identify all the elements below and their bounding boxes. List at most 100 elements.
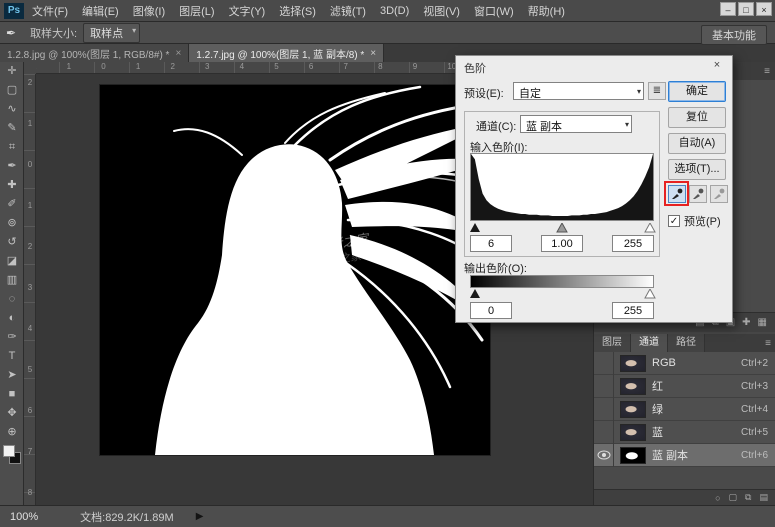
menu-item[interactable]: 选择(S)	[279, 3, 316, 19]
ok-button[interactable]: 确定	[668, 81, 726, 102]
panel-menu-icon[interactable]: ≡	[764, 66, 770, 77]
clone-stamp-tool[interactable]: ⊚	[0, 214, 24, 233]
output-sliders[interactable]	[468, 289, 656, 299]
menu-item[interactable]: 3D(D)	[380, 5, 409, 17]
minimize-button[interactable]: –	[720, 2, 736, 16]
visibility-toggle[interactable]	[594, 398, 614, 421]
channel-select[interactable]: 蓝 副本 ▾	[520, 115, 632, 133]
status-options-arrow-icon[interactable]: ▶	[196, 511, 204, 522]
reset-button[interactable]: 复位	[668, 107, 726, 128]
preview-checkbox[interactable]: ✓	[668, 215, 680, 227]
black-point-eyedropper-button[interactable]	[668, 185, 686, 203]
move-tool[interactable]: ✛	[0, 62, 24, 81]
marquee-tool[interactable]: ▢	[0, 81, 24, 100]
blur-tool[interactable]: ◌	[0, 290, 24, 309]
zoom-tool[interactable]: ⊕	[0, 423, 24, 442]
sample-size-select[interactable]: 取样点 ▾	[83, 23, 140, 43]
visibility-toggle[interactable]	[594, 444, 614, 467]
eyedropper-icon	[692, 188, 704, 200]
channel-row-green[interactable]: 绿 Ctrl+4	[594, 398, 775, 421]
quick-selection-tool[interactable]: ✎	[0, 119, 24, 138]
foreground-color-swatch[interactable]	[3, 445, 15, 457]
channel-row-rgb[interactable]: RGB Ctrl+2	[594, 352, 775, 375]
document-tab-inactive[interactable]: 1.2.8.jpg @ 100%(图层 1, RGB/8#) * ×	[0, 44, 189, 62]
menu-item[interactable]: 帮助(H)	[528, 3, 565, 19]
menu-item[interactable]: 文字(Y)	[229, 3, 266, 19]
ruler-number: 1	[28, 201, 32, 210]
tab-layers[interactable]: 图层	[594, 334, 631, 352]
eraser-tool[interactable]: ◪	[0, 252, 24, 271]
type-tool[interactable]: T	[0, 347, 24, 366]
panel-menu-icon[interactable]: ≡	[765, 338, 771, 349]
white-point-eyedropper-button[interactable]	[710, 185, 728, 203]
output-levels-label: 输出色阶(O):	[464, 260, 527, 276]
visibility-toggle[interactable]	[594, 352, 614, 375]
preset-options-button[interactable]: ≣	[648, 82, 666, 100]
menu-item[interactable]: 图层(L)	[179, 3, 214, 19]
tab-close-icon[interactable]: ×	[370, 48, 376, 59]
tab-channels[interactable]: 通道	[631, 334, 668, 352]
ruler-number: 0	[28, 160, 32, 169]
channels-footer-icon[interactable]: ▤	[759, 492, 768, 503]
visibility-toggle[interactable]	[594, 375, 614, 398]
preview-option: ✓ 预览(P)	[668, 213, 721, 229]
input-gamma-field[interactable]	[541, 235, 583, 252]
channels-footer-icon[interactable]: ○	[715, 493, 720, 503]
maximize-button[interactable]: □	[738, 2, 754, 16]
channel-row-blue[interactable]: 蓝 Ctrl+5	[594, 421, 775, 444]
path-selection-tool[interactable]: ➤	[0, 366, 24, 385]
menu-item[interactable]: 窗口(W)	[474, 3, 514, 19]
preset-label: 预设(E):	[464, 85, 504, 101]
menu-item[interactable]: 图像(I)	[133, 3, 165, 19]
hand-tool[interactable]: ✥	[0, 404, 24, 423]
eye-icon	[597, 450, 611, 460]
ruler-number: 4	[28, 324, 32, 333]
gradient-tool[interactable]: ▥	[0, 271, 24, 290]
dodge-tool[interactable]: ◐	[0, 309, 24, 328]
healing-brush-tool[interactable]: ✚	[0, 176, 24, 195]
eyedropper-tool-icon[interactable]: ✒	[6, 26, 16, 40]
vertical-ruler: 21012345678	[24, 74, 36, 505]
visibility-toggle[interactable]	[594, 421, 614, 444]
tab-close-icon[interactable]: ×	[175, 48, 181, 59]
lasso-tool[interactable]: ∿	[0, 100, 24, 119]
document-image-mask[interactable]: 初学者之家 初学者之家	[100, 85, 490, 455]
shape-tool[interactable]: ■	[0, 385, 24, 404]
history-footer-icon[interactable]: ✚	[742, 317, 750, 328]
titlebar: Ps 文件(F)编辑(E)图像(I)图层(L)文字(Y)选择(S)滤镜(T)3D…	[0, 0, 775, 22]
document-tab-active[interactable]: 1.2.7.jpg @ 100%(图层 1, 蓝 副本/8) * ×	[189, 44, 384, 62]
close-button[interactable]: ×	[756, 2, 772, 16]
zoom-level[interactable]: 100%	[10, 511, 38, 523]
crop-tool[interactable]: ⌗	[0, 138, 24, 157]
eyedropper-tool[interactable]: ✒	[0, 157, 24, 176]
pen-tool[interactable]: ✑	[0, 328, 24, 347]
output-black-field[interactable]	[470, 302, 512, 319]
channels-footer-icon[interactable]: ▢	[729, 492, 738, 503]
channel-name: 绿	[652, 401, 741, 417]
channels-footer-icon[interactable]: ⧉	[745, 492, 751, 503]
auto-button[interactable]: 自动(A)	[668, 133, 726, 154]
menu-item[interactable]: 文件(F)	[32, 3, 68, 19]
menu-item[interactable]: 编辑(E)	[82, 3, 119, 19]
channel-row-red[interactable]: 红 Ctrl+3	[594, 375, 775, 398]
brush-tool[interactable]: ✐	[0, 195, 24, 214]
histogram-path	[471, 154, 653, 220]
menu-item[interactable]: 视图(V)	[423, 3, 460, 19]
gray-point-eyedropper-button[interactable]	[689, 185, 707, 203]
menu-item[interactable]: 滤镜(T)	[330, 3, 366, 19]
workspace-switcher-button[interactable]: 基本功能	[701, 25, 767, 45]
input-black-field[interactable]	[470, 235, 512, 252]
channel-shortcut: Ctrl+4	[741, 404, 768, 415]
history-brush-tool[interactable]: ↺	[0, 233, 24, 252]
tab-paths[interactable]: 路径	[668, 334, 705, 352]
preset-select[interactable]: 自定 ▾	[513, 82, 644, 100]
input-white-field[interactable]	[612, 235, 654, 252]
channel-row-blue-copy[interactable]: 蓝 副本 Ctrl+6	[594, 444, 775, 467]
channel-shortcut: Ctrl+2	[741, 358, 768, 369]
window-controls: – □ ×	[720, 2, 772, 16]
output-white-field[interactable]	[612, 302, 654, 319]
history-footer-icon[interactable]: ▦	[758, 317, 767, 328]
dialog-close-icon[interactable]: ×	[702, 56, 732, 75]
input-sliders[interactable]	[468, 223, 656, 233]
options-button[interactable]: 选项(T)...	[668, 159, 726, 180]
